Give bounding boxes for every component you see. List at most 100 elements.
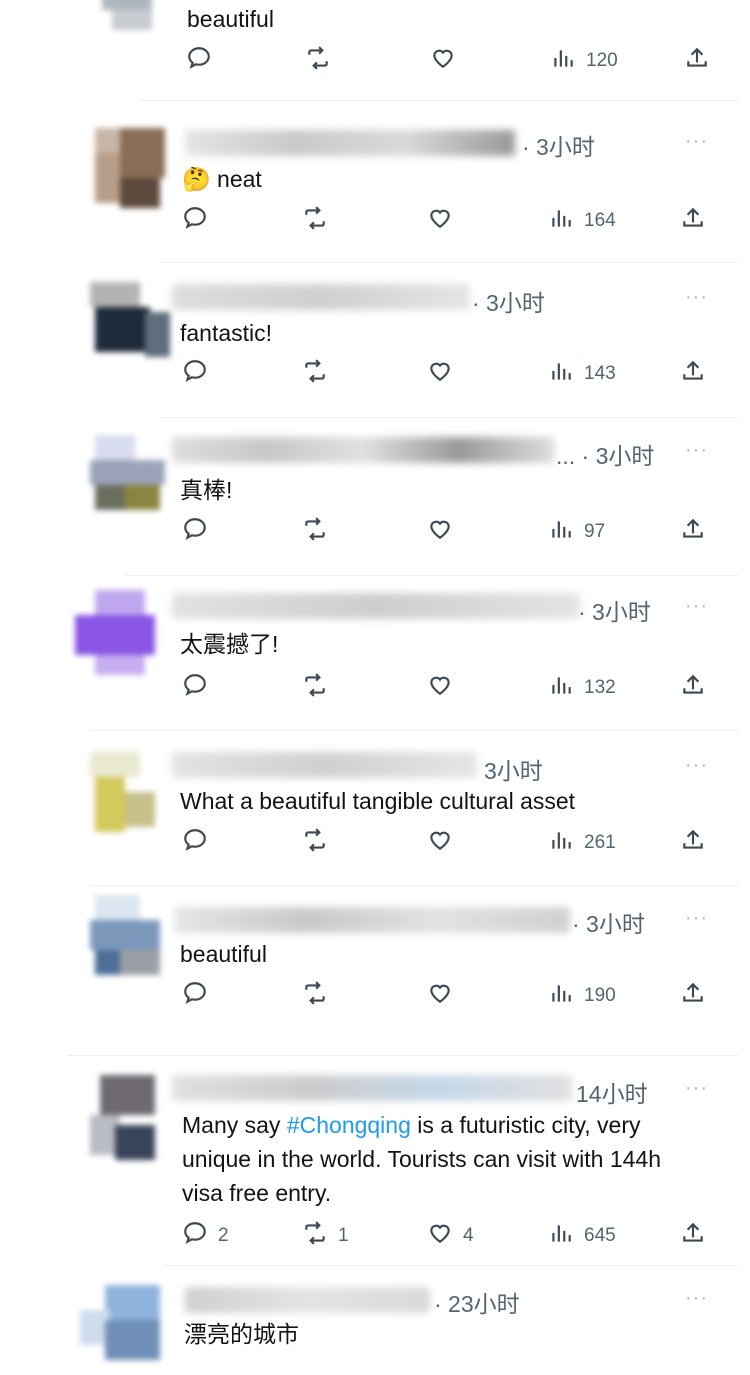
views-count: 645 <box>584 1225 616 1246</box>
more-options-icon[interactable]: ··· <box>685 130 708 153</box>
heart-icon <box>427 827 453 859</box>
retweet-button[interactable] <box>305 45 331 77</box>
avatar[interactable] <box>75 590 165 680</box>
author-name-redacted <box>172 284 470 310</box>
views-button[interactable]: 645 <box>548 1220 616 1252</box>
more-options-icon[interactable]: ··· <box>685 439 708 462</box>
views-chart-icon <box>550 45 576 77</box>
retweet-button[interactable] <box>302 672 328 704</box>
author-name-redacted <box>185 130 515 156</box>
avatar[interactable] <box>90 1075 170 1170</box>
reply-icon <box>182 358 208 390</box>
heart-icon <box>427 672 453 704</box>
like-button[interactable] <box>427 516 453 548</box>
reply-item[interactable]: · 23小时 ··· 漂亮的城市 <box>0 1265 750 1365</box>
reply-button[interactable] <box>182 980 208 1012</box>
heart-icon <box>427 205 453 237</box>
share-button[interactable] <box>680 672 706 704</box>
heart-icon <box>427 980 453 1012</box>
reply-button[interactable] <box>186 45 212 77</box>
views-button[interactable]: 261 <box>548 827 616 859</box>
like-button[interactable] <box>430 45 456 77</box>
retweet-icon <box>302 1220 328 1252</box>
more-options-icon[interactable]: ··· <box>685 595 708 618</box>
reply-text: beautiful <box>187 6 274 32</box>
share-button[interactable] <box>680 1220 706 1252</box>
reply-item[interactable]: · 3小时 ··· beautiful <box>0 885 750 1055</box>
retweet-button[interactable] <box>302 980 328 1012</box>
more-options-icon[interactable]: ··· <box>685 286 708 309</box>
more-options-icon[interactable]: ··· <box>685 1077 708 1100</box>
like-button[interactable] <box>427 672 453 704</box>
avatar[interactable] <box>90 435 180 525</box>
share-button[interactable] <box>680 827 706 859</box>
views-button[interactable]: 132 <box>548 672 616 704</box>
avatar[interactable] <box>80 895 170 985</box>
divider <box>68 1055 738 1056</box>
like-button[interactable] <box>427 827 453 859</box>
reply-button[interactable]: 2 <box>182 1220 229 1252</box>
reply-icon <box>182 205 208 237</box>
reply-icon <box>182 827 208 859</box>
author-name-redacted <box>185 1287 430 1313</box>
reply-icon <box>182 516 208 548</box>
author-name-redacted <box>175 907 570 933</box>
share-icon <box>680 516 706 548</box>
more-options-icon[interactable]: ··· <box>685 754 708 777</box>
action-bar: 164 <box>0 205 750 245</box>
reply-button[interactable] <box>182 205 208 237</box>
reply-icon <box>182 672 208 704</box>
divider <box>140 100 738 101</box>
more-options-icon[interactable]: ··· <box>685 1287 708 1310</box>
timestamp: · 3小时 <box>578 599 651 625</box>
reply-count: 2 <box>218 1225 229 1246</box>
heart-icon <box>427 358 453 390</box>
reply-icon <box>182 980 208 1012</box>
retweet-icon <box>302 827 328 859</box>
timestamp: 3小时 <box>484 758 543 784</box>
views-button[interactable]: 143 <box>548 358 616 390</box>
share-button[interactable] <box>684 45 710 77</box>
reply-button[interactable] <box>182 516 208 548</box>
views-button[interactable]: 164 <box>548 205 616 237</box>
views-button[interactable]: 190 <box>548 980 616 1012</box>
views-button[interactable]: 120 <box>550 45 618 77</box>
reply-button[interactable] <box>182 672 208 704</box>
divider <box>90 885 738 886</box>
like-button[interactable] <box>427 358 453 390</box>
avatar[interactable] <box>80 1285 170 1375</box>
share-button[interactable] <box>680 358 706 390</box>
reply-text-part: Many say <box>182 1112 287 1138</box>
hashtag-link[interactable]: #Chongqing <box>287 1112 411 1138</box>
share-button[interactable] <box>680 980 706 1012</box>
rt-count: 1 <box>338 1225 349 1246</box>
share-icon <box>680 827 706 859</box>
like-button[interactable] <box>427 205 453 237</box>
share-icon <box>680 1220 706 1252</box>
reply-text: fantastic! <box>180 320 273 346</box>
retweet-button[interactable]: 1 <box>302 1220 349 1252</box>
more-options-icon[interactable]: ··· <box>685 907 708 930</box>
reply-button[interactable] <box>182 827 208 859</box>
views-button[interactable]: 97 <box>548 516 605 548</box>
retweet-button[interactable] <box>302 516 328 548</box>
share-button[interactable] <box>680 516 706 548</box>
like-count: 4 <box>463 1225 474 1246</box>
author-name-redacted <box>172 752 477 778</box>
timestamp: · 3小时 <box>472 290 545 316</box>
like-button[interactable]: 4 <box>427 1220 474 1252</box>
share-icon <box>680 205 706 237</box>
action-bar: 143 <box>0 358 750 398</box>
avatar[interactable] <box>92 0 162 50</box>
retweet-icon <box>302 516 328 548</box>
timestamp: · 3小时 <box>522 134 595 160</box>
views-count: 132 <box>584 677 616 698</box>
like-button[interactable] <box>427 980 453 1012</box>
retweet-button[interactable] <box>302 358 328 390</box>
share-button[interactable] <box>680 205 706 237</box>
timestamp: · 3小时 <box>572 911 645 937</box>
retweet-button[interactable] <box>302 205 328 237</box>
reply-button[interactable] <box>182 358 208 390</box>
retweet-button[interactable] <box>302 827 328 859</box>
divider <box>90 730 738 731</box>
